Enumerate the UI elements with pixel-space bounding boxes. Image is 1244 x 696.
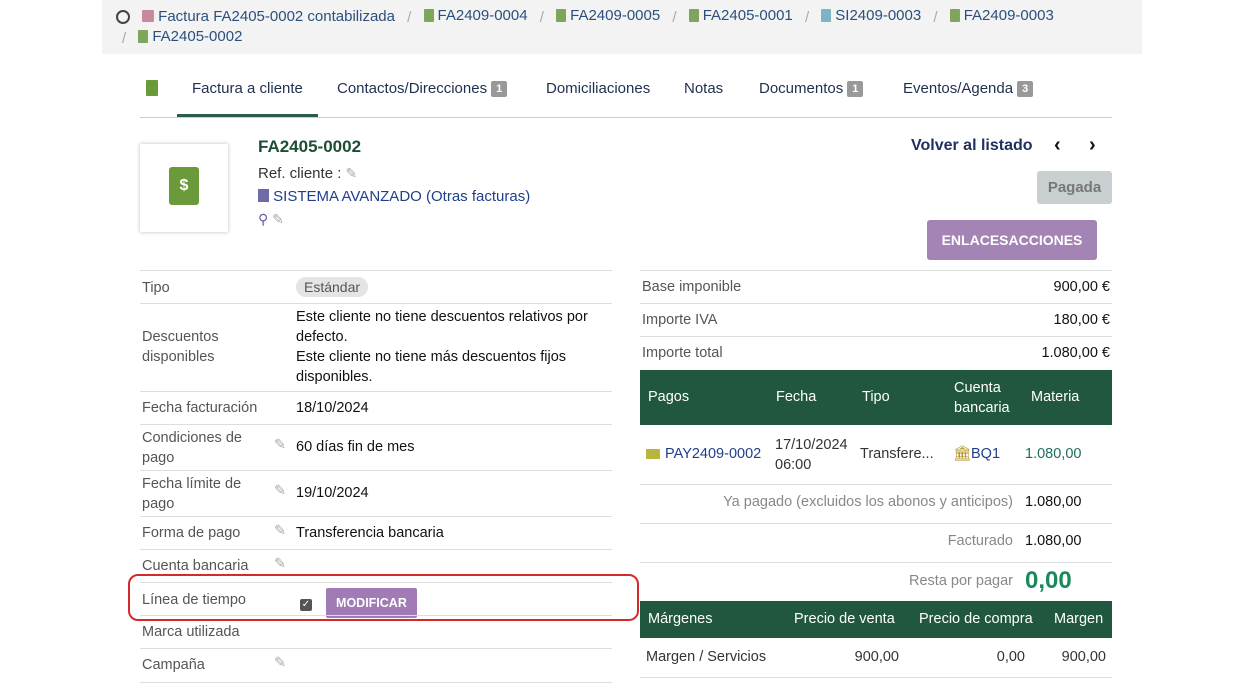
edit-pencil-icon[interactable]: ✎ (274, 556, 286, 572)
breadcrumb-item[interactable]: FA2409-0004 (423, 7, 528, 24)
row-descuentos: Descuentos disponibles Este cliente no t… (140, 303, 612, 392)
invoice-ref: FA2405-0002 (258, 137, 362, 156)
breadcrumb: Factura FA2405-0002 contabilizada / FA24… (102, 0, 1142, 54)
previous-icon[interactable]: ‹ (1054, 134, 1061, 157)
invoice-large-icon: $ (140, 144, 228, 232)
edit-pencil-icon[interactable]: ✎ (274, 437, 286, 453)
bank-account-link[interactable]: BQ1 (971, 446, 1000, 462)
tab-domiciliaciones[interactable]: Domiciliaciones (546, 62, 650, 116)
row-importe-iva: Importe IVA 180,00 € (640, 303, 1112, 337)
tab-documentos[interactable]: Documentos 1 (759, 62, 864, 116)
back-to-list-link[interactable]: Volver al listado (911, 137, 1033, 155)
status-paid-button: Pagada (1037, 171, 1112, 204)
row-fecha-limite: Fecha límite de pago ✎ 19/10/2024 (140, 470, 612, 517)
row-ya-pagado: Ya pagado (excluidos los abonos y antici… (640, 484, 1112, 524)
edit-pencil-icon[interactable]: ✎ (274, 483, 286, 499)
project-tree-icon: ⚲ (258, 211, 269, 227)
company-line: SISTEMA AVANZADO (Otras facturas) (258, 188, 530, 205)
count-badge: 1 (847, 81, 864, 98)
invoice-icon (423, 9, 434, 22)
highlight-box (128, 574, 639, 621)
tab-notas[interactable]: Notas (684, 62, 723, 116)
breadcrumb-item[interactable]: FA2409-0003 (949, 7, 1054, 24)
edit-pencil-icon[interactable]: ✎ (274, 655, 286, 671)
row-facturado: Facturado 1.080,00 (640, 523, 1112, 563)
breadcrumb-item[interactable]: SI2409-0003 (821, 7, 921, 24)
bank-icon: 🏛 (953, 446, 972, 462)
invoice-icon (949, 9, 960, 22)
company-link[interactable]: SISTEMA AVANZADO (273, 188, 422, 205)
row-base-imponible: Base imponible 900,00 € (640, 270, 1112, 304)
tab-contactos[interactable]: Contactos/Direcciones 1 (337, 62, 508, 116)
breadcrumb-item[interactable]: FA2405-0002 (138, 28, 242, 45)
invoice-icon (138, 30, 149, 43)
payment-row: PAY2409-0002 17/10/2024 06:00 Transfere..… (640, 425, 1112, 485)
row-tipo: Tipo Estándar (140, 270, 612, 304)
project-line: ⚲ ✎ (258, 211, 284, 228)
supplier-invoice-icon (821, 9, 832, 22)
tab-bar: Factura a cliente Contactos/Direcciones 1… (140, 62, 1112, 118)
tab-eventos[interactable]: Eventos/Agenda 3 (903, 62, 1034, 116)
margins-header: Márgenes Precio de venta Precio de compr… (640, 601, 1112, 638)
edit-pencil-icon[interactable]: ✎ (274, 523, 286, 539)
links-actions-button[interactable]: ENLACESACCIONES (927, 220, 1097, 260)
margin-row: Margen / Servicios 900,00 0,00 900,00 (640, 638, 1112, 678)
building-icon (258, 189, 269, 202)
payment-link[interactable]: PAY2409-0002 (665, 446, 761, 462)
breadcrumb-item[interactable]: FA2409-0005 (556, 7, 660, 24)
calendar-icon (142, 10, 155, 22)
payments-header: Pagos Fecha Tipo Cuenta bancaria Materia (640, 370, 1112, 425)
invoice-icon (146, 80, 158, 96)
row-forma-pago: Forma de pago ✎ Transferencia bancaria (140, 516, 612, 550)
other-invoices-link[interactable]: (Otras facturas) (426, 188, 530, 205)
edit-pencil-icon[interactable]: ✎ (272, 211, 284, 228)
row-resta-pagar: Resta por pagar 0,00 (909, 567, 1072, 594)
count-badge: 3 (1017, 81, 1034, 98)
count-badge: 1 (491, 81, 508, 98)
tab-factura-cliente[interactable]: Factura a cliente (177, 62, 318, 117)
row-fecha-facturacion: Fecha facturación 18/10/2024 (140, 391, 612, 425)
history-icon[interactable] (116, 10, 130, 24)
invoice-icon (556, 9, 567, 22)
type-badge: Estándar (296, 277, 369, 297)
row-importe-total: Importe total 1.080,00 € (640, 336, 1112, 370)
edit-pencil-icon[interactable]: ✎ (346, 165, 358, 182)
ref-cliente: Ref. cliente : ✎ (258, 165, 358, 182)
row-campana: Campaña ✎ (140, 648, 612, 683)
breadcrumb-item[interactable]: Factura FA2405-0002 contabilizada (142, 8, 395, 25)
invoice-icon (688, 9, 699, 22)
breadcrumb-item[interactable]: FA2405-0001 (688, 7, 793, 24)
payment-icon (646, 449, 660, 459)
row-condiciones-pago: Condiciones de pago ✎ 60 días fin de mes (140, 424, 612, 471)
next-icon[interactable]: › (1089, 134, 1096, 157)
